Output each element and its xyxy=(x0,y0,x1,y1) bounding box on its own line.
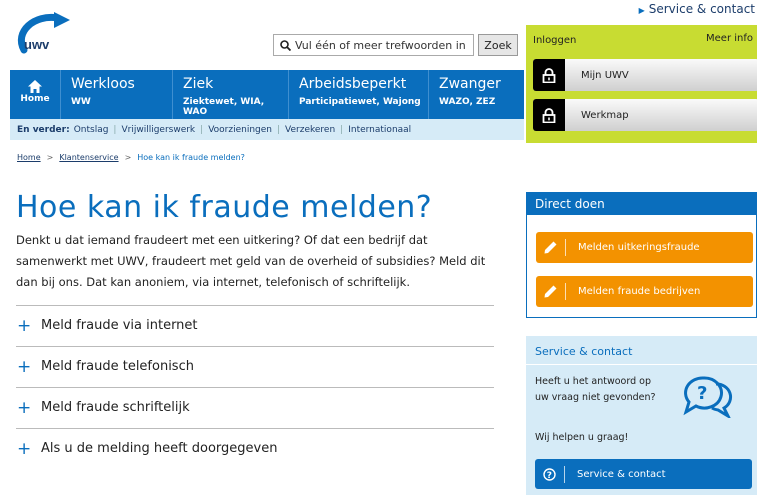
subnav-item-voorzieningen[interactable]: Voorzieningen xyxy=(208,125,272,135)
nav-home[interactable]: Home xyxy=(10,70,61,119)
accordion-item-schriftelijk[interactable]: + Meld fraude schriftelijk xyxy=(16,387,494,427)
nav-title: Ziek xyxy=(183,76,214,92)
plus-icon: + xyxy=(17,315,32,336)
plus-icon: + xyxy=(17,438,32,459)
search-icon xyxy=(280,39,291,51)
accordion-label: Meld fraude schriftelijk xyxy=(41,400,190,415)
divider xyxy=(526,364,757,365)
sub-nav: En verder: Ontslag | Vrijwilligerswerk | V… xyxy=(10,119,524,140)
page-title: Hoe kan ik fraude melden? xyxy=(16,190,433,225)
nav-zwanger[interactable]: Zwanger WAZO, ZEZ xyxy=(429,70,524,119)
question-circle-icon: ? xyxy=(535,465,565,483)
breadcrumb-separator: > xyxy=(46,153,54,162)
service-contact-text: Heeft u het antwoord op uw vraag niet ge… xyxy=(535,376,656,403)
separator: | xyxy=(200,124,204,135)
nav-title: Zwanger xyxy=(439,76,501,92)
lock-icon xyxy=(533,59,565,91)
service-contact-link-label[interactable]: Service & contact xyxy=(649,2,755,16)
subnav-item-vrijwilligerswerk[interactable]: Vrijwilligerswerk xyxy=(121,125,195,135)
service-contact-heading: Service & contact xyxy=(535,345,633,358)
nav-sub: Ziektewet, WIA, WAO xyxy=(183,97,265,117)
werkmap-label: Werkmap xyxy=(581,109,629,121)
main-nav: Home Werkloos WW Ziek Ziektewet, WIA, WA… xyxy=(10,70,524,119)
pencil-icon xyxy=(536,239,566,256)
accordion-label: Meld fraude telefonisch xyxy=(41,359,194,374)
nav-sub: WAZO, ZEZ xyxy=(439,97,496,107)
button-label: Melden uitkeringsfraude xyxy=(578,242,700,253)
breadcrumb-separator: > xyxy=(124,153,132,162)
login-more-info-link[interactable]: Meer info xyxy=(706,33,753,44)
uwv-logo[interactable]: uwv xyxy=(14,12,78,60)
search-button[interactable]: Zoek xyxy=(478,34,518,56)
werkmap-button[interactable]: Werkmap xyxy=(533,99,757,131)
nav-arbeidsbeperkt[interactable]: Arbeidsbeperkt Participatiewet, Wajong xyxy=(289,70,429,119)
nav-ziek[interactable]: Ziek Ziektewet, WIA, WAO xyxy=(173,70,289,119)
service-contact-help: Wij helpen u graag! xyxy=(535,432,629,443)
accordion-item-internet[interactable]: + Meld fraude via internet xyxy=(16,305,494,345)
svg-text:?: ? xyxy=(697,383,707,404)
direct-doen-heading: Direct doen xyxy=(527,193,756,215)
plus-icon: + xyxy=(17,397,32,418)
home-icon xyxy=(28,80,42,93)
plus-icon: + xyxy=(17,356,32,377)
mijn-uwv-button[interactable]: Mijn UWV xyxy=(533,59,757,91)
breadcrumb: Home > Klantenservice > Hoe kan ik fraude me… xyxy=(17,153,245,162)
lock-icon xyxy=(533,99,565,131)
intro-text: Denkt u dat iemand fraudeert met een uit… xyxy=(16,233,486,289)
separator: | xyxy=(340,124,344,135)
subnav-item-internationaal[interactable]: Internationaal xyxy=(348,125,411,135)
nav-home-label: Home xyxy=(20,94,50,104)
search-placeholder: Vul één of meer trefwoorden in xyxy=(295,38,466,52)
svg-text:?: ? xyxy=(547,471,552,481)
separator: | xyxy=(113,124,117,135)
pencil-icon xyxy=(536,283,566,300)
nav-sub: Participatiewet, Wajong xyxy=(299,97,421,107)
mijn-uwv-label: Mijn UWV xyxy=(581,69,629,81)
login-panel: Inloggen Meer info Mijn UWV Werkmap xyxy=(526,25,757,143)
accordion-label: Als u de melding heeft doorgegeven xyxy=(41,441,278,456)
service-contact-panel: Service & contact Heeft u het antwoord o… xyxy=(526,336,757,495)
nav-werkloos[interactable]: Werkloos WW xyxy=(61,70,173,119)
service-contact-button[interactable]: ? Service & contact xyxy=(535,459,752,489)
speech-bubble-question-icon: ? xyxy=(674,372,738,422)
subnav-item-verzekeren[interactable]: Verzekeren xyxy=(285,125,335,135)
button-label: Melden fraude bedrijven xyxy=(578,286,701,297)
top-service-contact-link[interactable]: ▶ Service & contact xyxy=(639,2,755,16)
nav-title: Arbeidsbeperkt xyxy=(299,76,407,92)
melden-fraude-bedrijven-button[interactable]: Melden fraude bedrijven xyxy=(536,276,753,307)
nav-sub: WW xyxy=(71,97,91,107)
separator: | xyxy=(276,124,281,135)
arrow-right-icon: ▶ xyxy=(638,6,645,15)
login-heading: Inloggen xyxy=(533,35,577,46)
subnav-label: En verder: xyxy=(17,124,70,135)
subnav-item-ontslag[interactable]: Ontslag xyxy=(74,125,109,135)
melden-uitkeringsfraude-button[interactable]: Melden uitkeringsfraude xyxy=(536,232,753,263)
nav-title: Werkloos xyxy=(71,76,135,92)
breadcrumb-klantenservice-link[interactable]: Klantenservice xyxy=(59,153,118,162)
accordion-label: Meld fraude via internet xyxy=(41,318,198,333)
search-input[interactable]: Vul één of meer trefwoorden in xyxy=(273,34,474,56)
breadcrumb-current: Hoe kan ik fraude melden? xyxy=(137,153,245,162)
button-label: Service & contact xyxy=(577,468,666,480)
logo-text: uwv xyxy=(24,37,50,52)
breadcrumb-home-link[interactable]: Home xyxy=(17,153,41,162)
direct-doen-panel: Direct doen Melden uitkeringsfraude Meld… xyxy=(526,192,757,318)
accordion-item-telefonisch[interactable]: + Meld fraude telefonisch xyxy=(16,346,494,386)
accordion-item-doorgegeven[interactable]: + Als u de melding heeft doorgegeven xyxy=(16,428,494,468)
